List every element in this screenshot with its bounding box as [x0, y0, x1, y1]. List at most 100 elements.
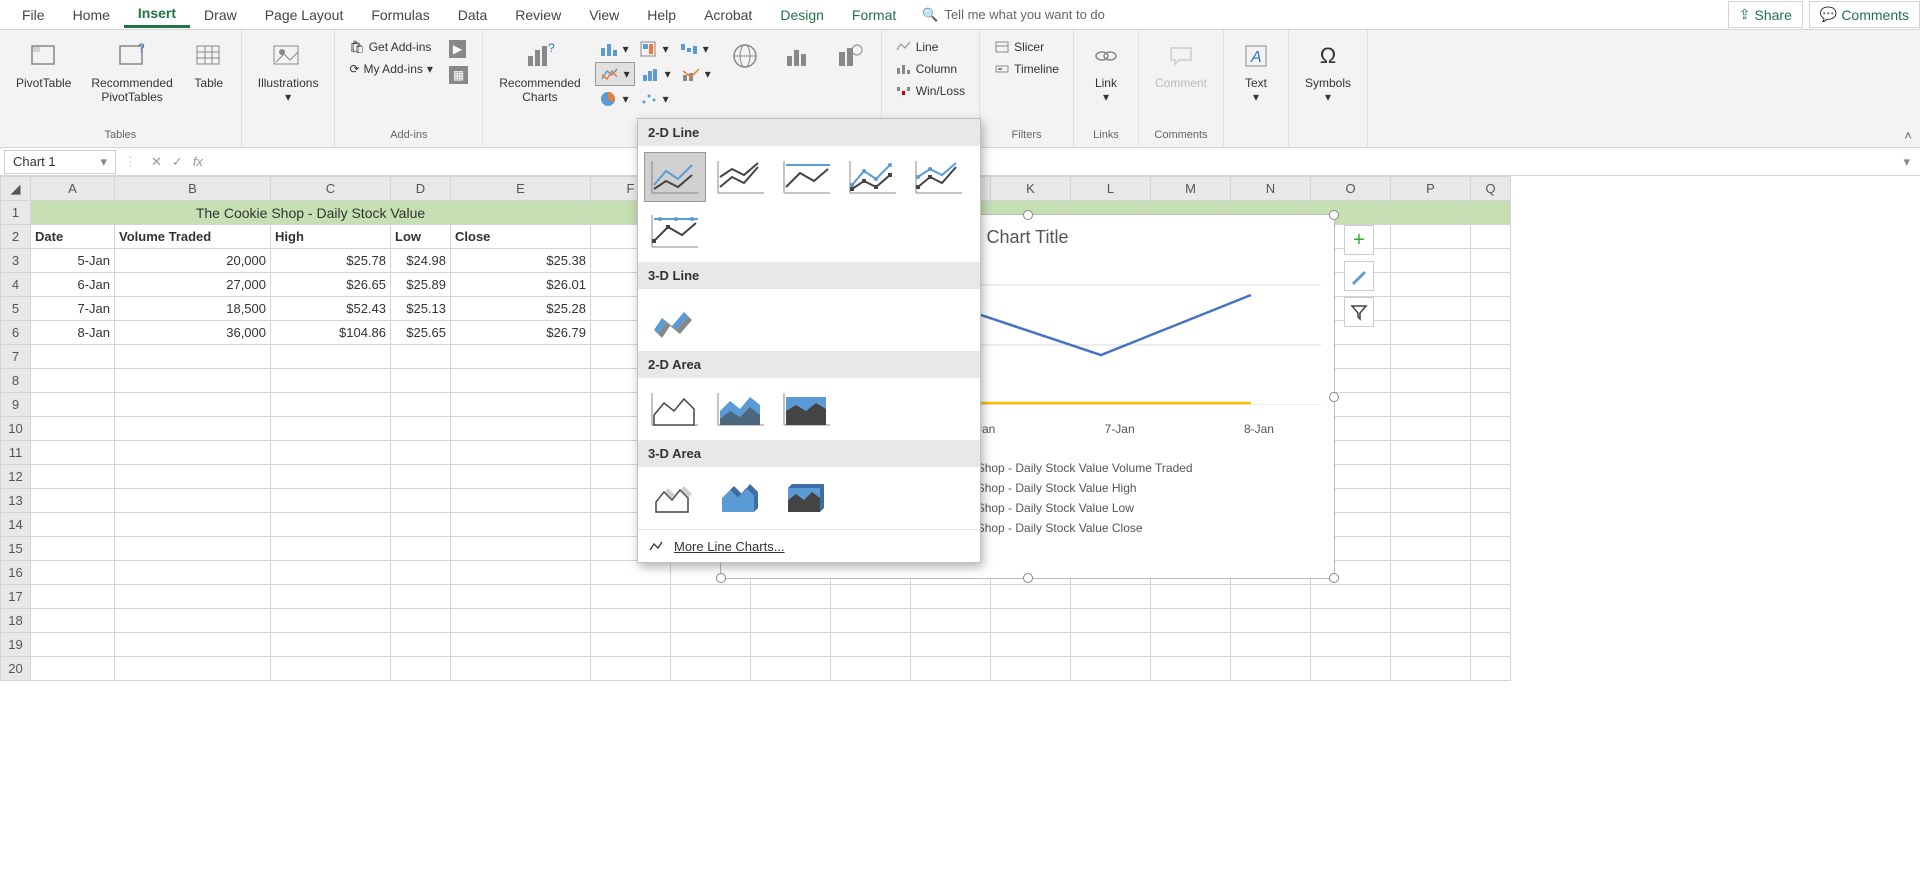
cell[interactable]: $26.01	[451, 273, 591, 297]
col-header-M[interactable]: M	[1151, 177, 1231, 201]
row-header[interactable]: 20	[1, 657, 31, 681]
column-chart-button[interactable]: ▾	[595, 38, 633, 60]
cell[interactable]: $25.38	[451, 249, 591, 273]
pivottable-button[interactable]: PivotTable	[10, 38, 77, 92]
hierarchy-chart-button[interactable]: ▾	[635, 38, 673, 60]
get-addins-button[interactable]: 🛍 Get Add-ins	[345, 38, 436, 56]
cell[interactable]: $25.65	[391, 321, 451, 345]
row-header[interactable]: 3	[1, 249, 31, 273]
expand-formula-bar[interactable]: ▾	[1903, 154, 1916, 170]
cell[interactable]: 20,000	[115, 249, 271, 273]
fx-icon[interactable]: fx	[193, 154, 203, 170]
row-header[interactable]: 11	[1, 441, 31, 465]
chart-elements-button[interactable]: +	[1344, 225, 1374, 255]
line-chart-option-3[interactable]	[776, 152, 838, 202]
cell[interactable]: 5-Jan	[31, 249, 115, 273]
my-addins-button[interactable]: ⟳ My Add-ins ▾	[345, 60, 436, 78]
enter-icon[interactable]: ✓	[172, 154, 183, 170]
3d-area-option-2[interactable]	[710, 473, 772, 523]
illustrations-button[interactable]: Illustrations ▾	[252, 38, 325, 107]
row-header[interactable]: 16	[1, 561, 31, 585]
2d-area-option-1[interactable]	[644, 384, 706, 434]
cell[interactable]: $25.28	[451, 297, 591, 321]
cell[interactable]: 8-Jan	[31, 321, 115, 345]
cell[interactable]: Volume Traded	[115, 225, 271, 249]
recommended-charts-button[interactable]: ? Recommended Charts	[493, 38, 586, 107]
share-button[interactable]: ⇪ Share	[1728, 1, 1803, 28]
tab-file[interactable]: File	[8, 3, 59, 27]
cell[interactable]: High	[271, 225, 391, 249]
cell[interactable]: Date	[31, 225, 115, 249]
tab-formulas[interactable]: Formulas	[357, 3, 443, 27]
sparkline-winloss-button[interactable]: Win/Loss	[892, 82, 969, 100]
chart-styles-button[interactable]	[1344, 261, 1374, 291]
col-header-N[interactable]: N	[1231, 177, 1311, 201]
tab-view[interactable]: View	[575, 3, 633, 27]
cell[interactable]: $25.13	[391, 297, 451, 321]
sheet-title-cell[interactable]: The Cookie Shop - Daily Stock Value	[31, 201, 591, 225]
col-header-E[interactable]: E	[451, 177, 591, 201]
link-button[interactable]: Link ▾	[1084, 38, 1128, 107]
recommended-pivottables-button[interactable]: ? Recommended PivotTables	[85, 38, 178, 107]
line-chart-option-5[interactable]	[908, 152, 970, 202]
col-header-B[interactable]: B	[115, 177, 271, 201]
comment-button[interactable]: Comment	[1149, 38, 1213, 92]
scatter-chart-button[interactable]: ▾	[635, 88, 673, 110]
tab-review[interactable]: Review	[501, 3, 575, 27]
line-chart-button[interactable]: ▾	[595, 62, 635, 86]
col-header-P[interactable]: P	[1391, 177, 1471, 201]
3d-area-option-3[interactable]	[776, 473, 838, 523]
cell[interactable]: $104.86	[271, 321, 391, 345]
3d-area-option-1[interactable]	[644, 473, 706, 523]
row-header[interactable]: 18	[1, 609, 31, 633]
3dmap-button[interactable]	[827, 38, 871, 78]
chart-handle[interactable]	[716, 573, 726, 583]
chart-handle[interactable]	[1329, 210, 1339, 220]
chart-handle[interactable]	[1329, 573, 1339, 583]
row-header[interactable]: 5	[1, 297, 31, 321]
line-chart-option-1[interactable]	[644, 152, 706, 202]
bing-maps-button[interactable]: ▶	[445, 38, 472, 60]
line-chart-option-2[interactable]	[710, 152, 772, 202]
tab-data[interactable]: Data	[444, 3, 502, 27]
table-button[interactable]: Table	[187, 38, 231, 92]
collapse-ribbon-button[interactable]: ˄	[1904, 128, 1912, 143]
row-header[interactable]: 8	[1, 369, 31, 393]
chart-handle[interactable]	[1023, 210, 1033, 220]
cancel-icon[interactable]: ✕	[151, 154, 162, 170]
row-header[interactable]: 17	[1, 585, 31, 609]
tab-draw[interactable]: Draw	[190, 3, 251, 27]
cell[interactable]: Close	[451, 225, 591, 249]
row-header[interactable]: 2	[1, 225, 31, 249]
pivotchart-button[interactable]	[775, 38, 819, 78]
cell[interactable]: 7-Jan	[31, 297, 115, 321]
select-all-corner[interactable]: ◢	[1, 177, 31, 201]
3d-line-option-1[interactable]	[644, 295, 706, 345]
timeline-button[interactable]: Timeline	[990, 60, 1063, 78]
row-header[interactable]: 15	[1, 537, 31, 561]
cell[interactable]: 27,000	[115, 273, 271, 297]
row-header[interactable]: 14	[1, 513, 31, 537]
row-header[interactable]: 9	[1, 393, 31, 417]
col-header-K[interactable]: K	[991, 177, 1071, 201]
2d-area-option-3[interactable]	[776, 384, 838, 434]
maps-button[interactable]	[723, 38, 767, 78]
col-header-Q[interactable]: Q	[1471, 177, 1511, 201]
people-graph-button[interactable]: ▦	[445, 64, 472, 86]
cell[interactable]: $52.43	[271, 297, 391, 321]
tab-help[interactable]: Help	[633, 3, 690, 27]
statistic-chart-button[interactable]: ▾	[637, 62, 675, 86]
col-header-A[interactable]: A	[31, 177, 115, 201]
text-button[interactable]: A Text ▾	[1234, 38, 1278, 107]
row-header[interactable]: 1	[1, 201, 31, 225]
slicer-button[interactable]: Slicer	[990, 38, 1063, 56]
cell[interactable]: 18,500	[115, 297, 271, 321]
col-header-L[interactable]: L	[1071, 177, 1151, 201]
tab-design[interactable]: Design	[766, 3, 838, 27]
col-header-C[interactable]: C	[271, 177, 391, 201]
chart-handle[interactable]	[1023, 573, 1033, 583]
pie-chart-button[interactable]: ▾	[595, 88, 633, 110]
tab-format[interactable]: Format	[838, 3, 910, 27]
cell[interactable]: $24.98	[391, 249, 451, 273]
combo-chart-button[interactable]: ▾	[677, 62, 715, 86]
